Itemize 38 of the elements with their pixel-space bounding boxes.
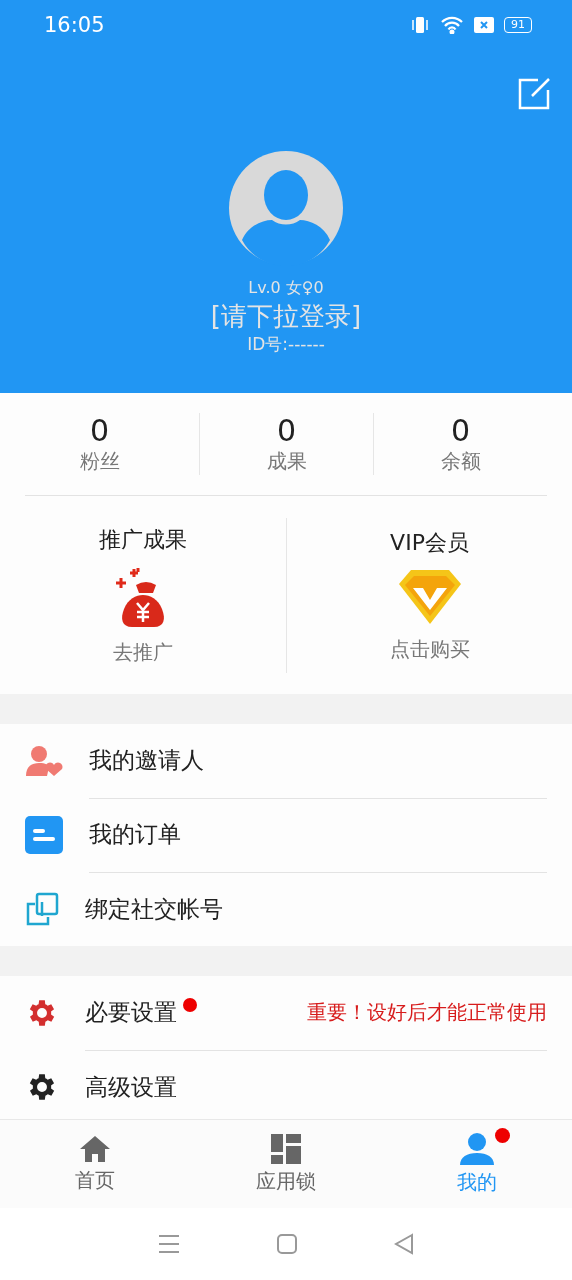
home-square-icon[interactable] [277, 1234, 297, 1254]
status-time: 16:05 [44, 13, 105, 37]
battery-indicator: 91 [504, 17, 532, 33]
edit-icon[interactable] [518, 78, 550, 110]
level-gender-text: Lv.0 女♀0 [248, 278, 324, 299]
stat-value: 0 [276, 413, 297, 448]
person-heart-icon [25, 745, 63, 777]
promo-action[interactable]: 去推广 [113, 638, 173, 666]
stat-label: 粉丝 [79, 448, 120, 475]
vibrate-icon [410, 15, 430, 35]
warning-note: 重要！设好后才能正常使用 [307, 999, 547, 1026]
promo-title: VIP会员 [390, 528, 469, 557]
stat-value: 0 [89, 413, 110, 448]
dashboard-icon [271, 1133, 301, 1164]
home-icon [79, 1134, 112, 1163]
menu-item[interactable]: 我的订单 [89, 819, 181, 850]
copy-icon [25, 892, 59, 926]
document-icon [25, 816, 63, 854]
menu-item[interactable]: 绑定社交帐号 [85, 893, 223, 925]
nav-tab[interactable]: 应用锁 [190, 1120, 382, 1208]
stat-value: 0 [450, 413, 471, 448]
stat-label: 成果 [266, 448, 307, 475]
user-id-text: ID号:------ [247, 333, 325, 356]
user-icon [459, 1132, 494, 1165]
menu-icon[interactable] [158, 1234, 181, 1254]
promo-title: 推广成果 [99, 525, 187, 554]
promo-action[interactable]: 点击购买 [389, 635, 470, 663]
nav-tab[interactable]: 我的 [381, 1120, 572, 1208]
wifi-icon [440, 16, 464, 34]
diamond-v-icon [396, 567, 463, 626]
nav-tab[interactable]: 首页 [0, 1120, 191, 1208]
avatar-icon[interactable] [228, 150, 344, 266]
stat-label: 余额 [440, 448, 481, 475]
menu-item[interactable]: 必要设置 [85, 997, 177, 1028]
sim-blocked-icon [474, 17, 494, 33]
menu-item[interactable]: 我的邀请人 [89, 745, 204, 776]
back-icon[interactable] [393, 1233, 414, 1255]
menu-item[interactable]: 高级设置 [85, 1071, 177, 1103]
